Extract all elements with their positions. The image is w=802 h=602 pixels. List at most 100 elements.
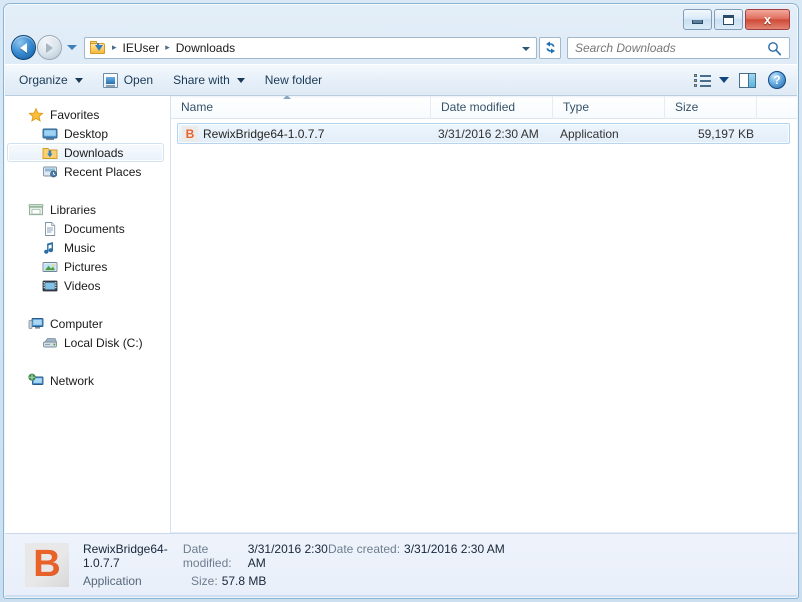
minimize-button[interactable]: [683, 9, 712, 30]
cell-date-modified: 3/31/2016 2:30 AM: [438, 126, 539, 141]
sidebar-item-music[interactable]: Music: [7, 238, 164, 257]
table-row[interactable]: B RewixBridge64-1.0.7.7 3/31/2016 2:30 A…: [177, 123, 790, 144]
details-size-value: 57.8 MB: [221, 573, 267, 588]
forward-button[interactable]: [37, 35, 62, 60]
sidebar-label: Music: [64, 240, 96, 255]
sidebar-item-documents[interactable]: Documents: [7, 219, 164, 238]
organize-label: Organize: [19, 73, 68, 87]
nav-group-computer: Computer Local Disk (C:): [5, 314, 170, 352]
b-application-icon: B: [182, 125, 198, 142]
sidebar-item-recent-places[interactable]: Recent Places: [7, 162, 164, 181]
details-date-created-value: 3/31/2016 2:30 AM: [404, 541, 505, 556]
column-header-type[interactable]: Type: [553, 96, 665, 119]
b-icon-letter: B: [33, 542, 61, 585]
preview-pane-icon[interactable]: [739, 72, 756, 88]
address-dropdown-icon[interactable]: [522, 46, 530, 51]
computer-icon: [28, 316, 44, 332]
close-button[interactable]: x: [745, 9, 790, 30]
column-header-row: Name Date modified Type Size: [171, 96, 797, 119]
sidebar-label: Recent Places: [64, 164, 142, 179]
address-bar[interactable]: ▸ IEUser ▸ Downloads: [84, 36, 537, 59]
share-with-label: Share with: [173, 73, 230, 87]
sidebar-label: Videos: [64, 278, 101, 293]
downloads-folder-icon: [90, 40, 105, 55]
column-label: Date modified: [441, 99, 516, 114]
navigation-buttons: [11, 35, 79, 60]
sidebar-label: Downloads: [64, 145, 124, 160]
sidebar-item-local-disk-c[interactable]: Local Disk (C:): [7, 333, 164, 352]
address-bar-row: ▸ IEUser ▸ Downloads: [5, 33, 797, 62]
column-header-size[interactable]: Size: [665, 96, 757, 119]
network-icon: [28, 373, 44, 389]
sidebar-item-network[interactable]: Network: [7, 371, 164, 390]
sidebar-item-computer[interactable]: Computer: [7, 314, 164, 333]
new-folder-button[interactable]: New folder: [255, 67, 332, 93]
sidebar-label: Pictures: [64, 259, 108, 274]
sort-ascending-icon: [283, 96, 291, 99]
cell-type: Application: [560, 126, 619, 141]
sidebar-item-favorites[interactable]: Favorites: [7, 105, 164, 124]
recent-pages-dropdown-icon[interactable]: [67, 45, 77, 50]
details-date-created-label: Date created:: [328, 541, 401, 556]
details-file-name: RewixBridge64-1.0.7.7: [83, 541, 168, 570]
details-date-modified-value: 3/31/2016 2:30 AM: [247, 541, 328, 570]
downloads-folder-icon: [42, 145, 58, 161]
sidebar-item-videos[interactable]: Videos: [7, 276, 164, 295]
chevron-down-icon: [236, 77, 245, 83]
help-icon[interactable]: ?: [768, 71, 786, 89]
file-list-pane[interactable]: Name Date modified Type Size B RewixBrid…: [171, 96, 797, 533]
breadcrumb-item-downloads[interactable]: Downloads: [174, 41, 237, 55]
title-bar[interactable]: x: [4, 4, 798, 32]
view-options-chevron-icon[interactable]: [719, 77, 729, 83]
nav-separator: [5, 354, 170, 371]
details-size-wrap: Size: 57.8 MB: [191, 574, 436, 588]
breadcrumb-separator: ▸: [165, 42, 170, 52]
details-date-modified-label: Date modified:: [182, 541, 232, 570]
column-label: Name: [181, 99, 214, 114]
sidebar-label: Network: [50, 373, 95, 388]
sidebar-label: Desktop: [64, 126, 109, 141]
column-header-name[interactable]: Name: [171, 96, 431, 119]
share-with-button[interactable]: Share with: [163, 67, 255, 93]
new-folder-label: New folder: [264, 73, 323, 87]
open-label: Open: [123, 73, 154, 87]
column-header-date-modified[interactable]: Date modified: [431, 96, 553, 119]
back-button[interactable]: [11, 35, 36, 60]
nav-group-favorites: Favorites Desktop Downloads Recent Place…: [5, 105, 170, 181]
column-header-filler: [757, 96, 797, 119]
sidebar-label: Computer: [50, 316, 103, 331]
details-file-type: Application: [83, 573, 142, 588]
explorer-window: x ▸ IEUser ▸ Downloads Search Downloads …: [0, 0, 802, 602]
breadcrumb-item-ieuser[interactable]: IEUser: [121, 41, 162, 55]
nav-group-libraries: Libraries Documents Music Pictures Video…: [5, 200, 170, 295]
search-box[interactable]: [567, 36, 790, 59]
search-input[interactable]: [568, 37, 789, 58]
pictures-icon: [42, 259, 58, 275]
open-button[interactable]: Open: [93, 67, 163, 93]
back-arrow-icon: [20, 42, 27, 53]
refresh-button[interactable]: [539, 36, 561, 59]
help-glyph: ?: [773, 73, 781, 87]
details-file-name-wrap: RewixBridge64-1.0.7.7 Date modified: 3/3…: [83, 542, 328, 570]
desktop-icon: [42, 126, 58, 142]
window-controls: x: [683, 9, 790, 30]
sidebar-item-downloads[interactable]: Downloads: [7, 143, 164, 162]
libraries-icon: [28, 202, 44, 218]
open-file-icon: [102, 72, 118, 88]
details-date-created-wrap: Date created: 3/31/2016 2:30 AM: [328, 542, 505, 556]
sidebar-item-libraries[interactable]: Libraries: [7, 200, 164, 219]
details-size-label: Size:: [191, 573, 218, 588]
organize-button[interactable]: Organize: [9, 67, 93, 93]
navigation-pane[interactable]: Favorites Desktop Downloads Recent Place…: [5, 96, 171, 533]
maximize-button[interactable]: [714, 9, 743, 30]
forward-arrow-icon: [46, 42, 53, 53]
maximize-icon: [723, 14, 734, 25]
details-line-2: Application Size: 57.8 MB: [83, 574, 505, 588]
star-icon: [28, 106, 44, 123]
view-list-icon[interactable]: [694, 73, 711, 88]
hard-drive-icon: [42, 335, 58, 351]
sidebar-item-pictures[interactable]: Pictures: [7, 257, 164, 276]
content-area: Favorites Desktop Downloads Recent Place…: [5, 96, 797, 533]
sidebar-item-desktop[interactable]: Desktop: [7, 124, 164, 143]
documents-icon: [42, 221, 58, 237]
